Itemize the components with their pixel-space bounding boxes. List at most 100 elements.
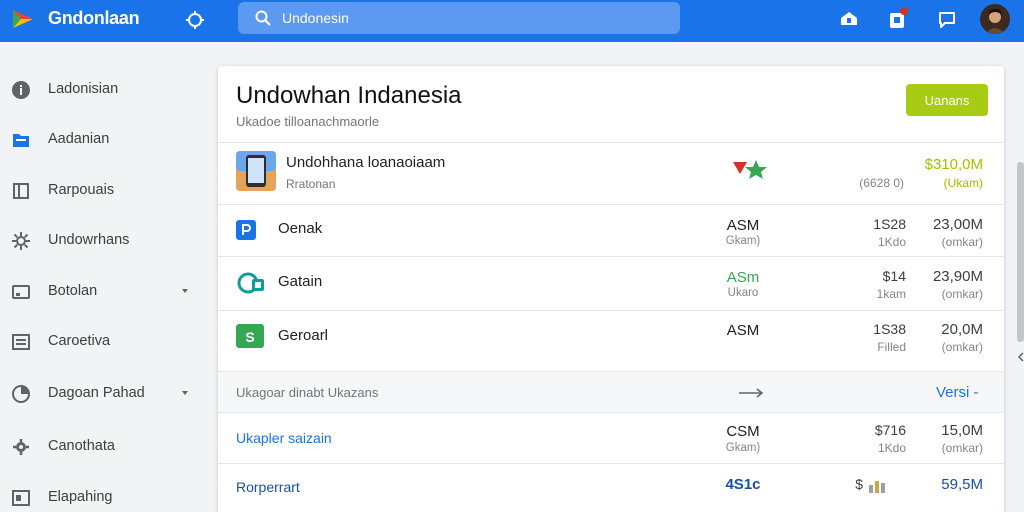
- sidebar-item-caroetiva[interactable]: Caroetiva: [0, 322, 206, 362]
- section-label: Ukagoar dinabt Ukazans: [236, 385, 379, 400]
- sidebar-item-label: Rarpouais: [48, 182, 115, 198]
- scroll-arrow-icon[interactable]: [1017, 352, 1024, 362]
- user-avatar[interactable]: [980, 4, 1010, 34]
- row-value-sub: (omkar): [941, 340, 983, 354]
- svg-text:S: S: [245, 329, 254, 345]
- sidebar-item-label: Canothata: [48, 438, 115, 454]
- featured-price-sub: (Ukam): [943, 176, 983, 190]
- avatar-photo-icon: [985, 8, 1005, 34]
- sidebar-item-aadanian[interactable]: Aadanian: [0, 120, 206, 160]
- parking-icon: [236, 220, 256, 240]
- gear-icon: [13, 439, 29, 455]
- row-name: Oenak: [278, 220, 323, 237]
- chevron-down-icon[interactable]: [180, 388, 190, 398]
- featured-price: $310,0M: [924, 156, 983, 173]
- link-row[interactable]: Ukapler saizain CSM Gkam) $716 1Kdo 15,0…: [218, 413, 1004, 463]
- page-title: Undowhan Indanesia: [236, 82, 462, 109]
- row-code-sub: Gkam): [725, 235, 761, 247]
- row-code-sub: Ukaro: [727, 287, 759, 299]
- row-count-sub: 1Kdo: [877, 235, 906, 249]
- featured-metric: (6628 0): [859, 176, 904, 190]
- shopping-bag-icon: S: [236, 324, 264, 348]
- main-card: Undowhan Indanesia Ukadoe tilloanachmaor…: [218, 66, 1004, 512]
- rating-flags-icon: [733, 160, 767, 179]
- featured-subtext: Rratonan: [286, 177, 336, 191]
- primary-action-button[interactable]: Uanans: [906, 84, 988, 116]
- row-count-sub: 1kam: [876, 287, 906, 301]
- notification-badge: [900, 7, 908, 15]
- card-icon: [12, 285, 30, 299]
- row-count: $: [855, 476, 863, 492]
- app-title[interactable]: Gndonlaan: [48, 8, 140, 29]
- row-link-name[interactable]: Rorperrart: [236, 479, 300, 495]
- row-count: 1S38: [873, 321, 906, 337]
- row-value: 20,0M: [941, 321, 983, 338]
- row-link-name[interactable]: Ukapler saizain: [236, 430, 332, 446]
- sidebar-item-label: Aadanian: [48, 131, 110, 147]
- row-code: 4S1c: [725, 476, 761, 493]
- sidebar-item-rarpouais[interactable]: Rarpouais: [0, 171, 206, 211]
- row-name: Geroarl: [278, 327, 329, 344]
- cloud-upload-icon[interactable]: [838, 8, 860, 30]
- sidebar-item-botolan[interactable]: Botolan: [0, 272, 206, 312]
- row-value-sub: (omkar): [941, 441, 983, 455]
- document-icon: [12, 490, 30, 506]
- top-app-bar: Gndonlaan: [0, 0, 1024, 42]
- sidebar-item-canothata[interactable]: Canothata: [0, 427, 206, 467]
- page-subtitle: Ukadoe tilloanachmaorle: [236, 114, 380, 129]
- row-value: 15,0M: [941, 422, 983, 439]
- row-count-sub: Filled: [877, 340, 906, 354]
- search-input[interactable]: [282, 7, 662, 29]
- featured-name: Undohhana loanaoiaam: [286, 154, 446, 171]
- featured-row[interactable]: Undohhana loanaoiaam Rratonan (6628 0) $…: [218, 142, 1004, 204]
- row-code-sub: Gkam): [725, 442, 761, 454]
- row-code: ASm: [726, 269, 760, 286]
- arrow-right-icon[interactable]: [738, 388, 764, 398]
- sidebar-nav: Ladonisian Aadanian Rarpouais Undowrhans…: [0, 42, 206, 512]
- row-count: $14: [882, 268, 906, 284]
- sidebar-item-label: Elapahing: [48, 489, 113, 505]
- section-link[interactable]: Versi -: [936, 384, 979, 401]
- sidebar-item-undowrhans[interactable]: Undowrhans: [0, 221, 206, 261]
- sidebar-item-label: Dagoan Pahad: [48, 385, 145, 401]
- info-circle-icon: [12, 81, 30, 99]
- target-icon[interactable]: [184, 9, 206, 31]
- chat-icon[interactable]: [936, 8, 958, 30]
- app-logo-icon[interactable]: [12, 8, 34, 30]
- row-value: 23,00M: [932, 216, 983, 233]
- sidebar-item-ladonisian[interactable]: Ladonisian: [0, 70, 206, 110]
- table-row[interactable]: S Geroarl ASM 1S38 Filled 20,0M (omkar): [218, 310, 1004, 364]
- sidebar-item-label: Ladonisian: [48, 81, 119, 97]
- table-row[interactable]: Gatain ASm Ukaro $14 1kam 23,90M (omkar): [218, 256, 1004, 310]
- sidebar-item-label: Botolan: [48, 283, 98, 299]
- settings-cog-icon: [12, 232, 30, 250]
- row-count: 1S28: [873, 216, 906, 232]
- folder-icon: [13, 134, 29, 147]
- list-icon: [12, 334, 30, 350]
- sidebar-item-elapahing[interactable]: Elapahing: [0, 478, 206, 512]
- chart-pie-icon: [12, 385, 30, 403]
- table-row[interactable]: Oenak ASM Gkam) 1S28 1Kdo 23,00M (omkar): [218, 204, 1004, 256]
- vertical-scrollbar[interactable]: [1017, 162, 1024, 342]
- row-value-sub: (omkar): [941, 235, 983, 249]
- chevron-down-icon[interactable]: [180, 286, 190, 296]
- row-count-sub: 1Kdo: [877, 441, 906, 455]
- chart-mini-icon: [869, 481, 885, 493]
- row-code: CSM: [726, 423, 760, 440]
- book-icon: [13, 183, 29, 199]
- row-count: $716: [874, 422, 906, 438]
- row-name: Gatain: [278, 273, 323, 290]
- phone-app-icon: [236, 151, 276, 191]
- row-code: ASM: [726, 217, 760, 234]
- search-bar: [238, 2, 680, 34]
- sidebar-item-label: Caroetiva: [48, 333, 111, 349]
- row-value: 23,90M: [932, 268, 983, 285]
- row-code: ASM: [726, 322, 760, 339]
- section-header: Ukagoar dinabt Ukazans Versi -: [218, 371, 1004, 413]
- row-value: 59,5M: [941, 476, 983, 493]
- sidebar-item-dagoan-pahad[interactable]: Dagoan Pahad: [0, 374, 206, 414]
- search-icon[interactable]: [254, 9, 272, 27]
- sync-icon: [237, 272, 264, 294]
- sidebar-item-label: Undowrhans: [48, 232, 130, 248]
- link-row[interactable]: Rorperrart 4S1c $ 59,5M: [218, 463, 1004, 512]
